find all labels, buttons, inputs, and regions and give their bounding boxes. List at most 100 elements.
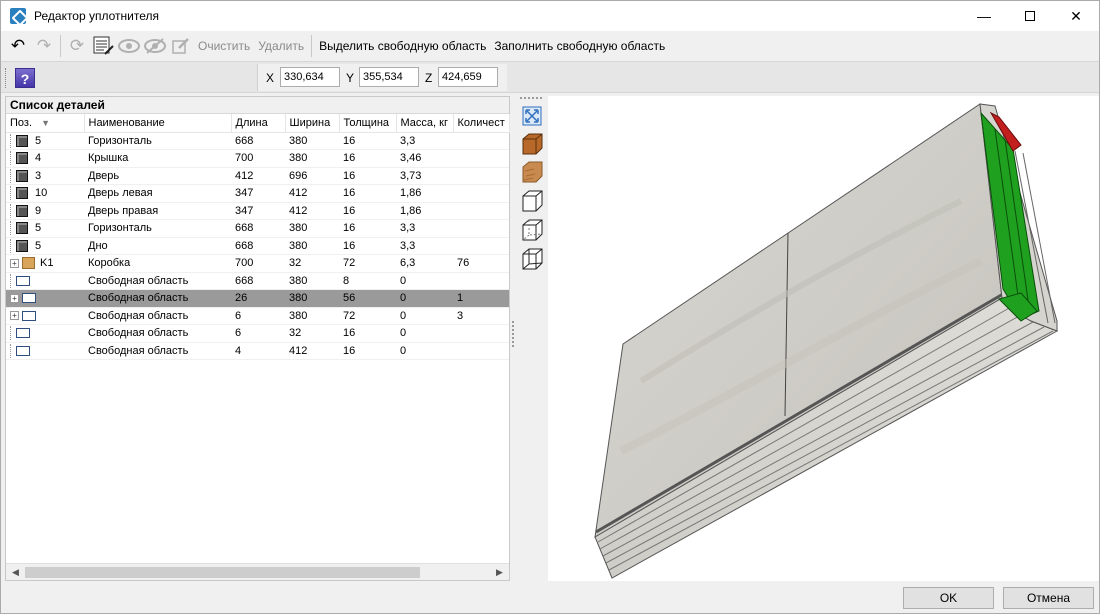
scroll-left-icon[interactable]: ◀ <box>7 565 24 580</box>
shaded-view-button[interactable] <box>520 160 544 184</box>
redo-button[interactable]: ↷ <box>31 33 57 59</box>
expand-icon[interactable]: + <box>10 258 19 268</box>
fit-view-icon <box>522 106 542 126</box>
hide-button[interactable] <box>142 33 168 59</box>
cancel-button[interactable]: Отмена <box>1003 587 1094 609</box>
part-icon <box>16 204 28 217</box>
box-icon <box>22 257 35 270</box>
cell-pos: 4 <box>6 149 84 168</box>
cell-width: 380 <box>285 132 339 150</box>
cell-mass: 6,3 <box>396 254 453 273</box>
cell-length: 347 <box>231 202 285 220</box>
window-title: Редактор уплотнителя <box>34 9 159 23</box>
cell-length: 412 <box>231 167 285 185</box>
cell-mass: 0 <box>396 324 453 343</box>
cell-width: 380 <box>285 219 339 238</box>
ok-button[interactable]: OK <box>903 587 994 609</box>
redo-icon: ↷ <box>36 36 52 55</box>
window-controls: — ✕ <box>961 1 1099 31</box>
cell-qty: 3 <box>453 307 509 325</box>
select-free-area-button[interactable]: Выделить свободную область <box>315 35 490 57</box>
refresh-all-button[interactable]: ⟳ <box>64 33 90 59</box>
expand-icon[interactable]: + <box>10 311 19 321</box>
cell-qty <box>453 167 509 185</box>
cell-length: 700 <box>231 254 285 273</box>
column-header-name[interactable]: Наименование <box>84 114 232 133</box>
table-row[interactable]: 3 Дверь 412 696 16 3,73 <box>6 167 509 185</box>
minimize-button[interactable]: — <box>961 1 1007 31</box>
minimize-icon: — <box>977 8 991 24</box>
cell-qty <box>453 149 509 168</box>
y-coordinate-field[interactable]: 355,534 <box>359 67 419 87</box>
maximize-button[interactable] <box>1007 1 1053 31</box>
solid-view-button[interactable] <box>520 189 544 213</box>
list-edit-button[interactable] <box>90 33 116 59</box>
coordinates-panel: X 330,634 Y 355,534 Z 424,659 <box>257 64 507 91</box>
x-coordinate-field[interactable]: 330,634 <box>280 67 340 87</box>
show-button[interactable] <box>116 33 142 59</box>
clear-button[interactable]: Очистить <box>194 35 254 57</box>
table-row[interactable]: 5 Горизонталь 668 380 16 3,3 <box>6 132 509 150</box>
textured-view-button[interactable] <box>520 132 544 156</box>
cell-width: 32 <box>285 254 339 273</box>
table-row[interactable]: 10 Дверь левая 347 412 16 1,86 <box>6 184 509 203</box>
parts-list-title: Список деталей <box>6 97 509 114</box>
cell-qty <box>453 237 509 255</box>
edit-button[interactable] <box>168 33 194 59</box>
table-row[interactable]: Свободная область 6 32 16 0 <box>6 324 509 343</box>
cell-mass: 0 <box>396 342 453 360</box>
fit-view-button[interactable] <box>520 104 544 128</box>
cell-width: 32 <box>285 324 339 343</box>
cell-length: 668 <box>231 272 285 290</box>
table-row[interactable]: 4 Крышка 700 380 16 3,46 <box>6 149 509 168</box>
scroll-right-icon[interactable]: ▶ <box>491 565 508 580</box>
coordinates-bar: ? X 330,634 Y 355,534 Z 424,659 <box>1 61 1099 93</box>
column-header-width[interactable]: Ширина <box>285 114 340 133</box>
column-header-pos[interactable]: Поз. ▼ <box>6 114 85 133</box>
undo-icon: ↶ <box>10 36 26 55</box>
table-row[interactable]: 5 Горизонталь 668 380 16 3,3 <box>6 219 509 238</box>
cell-name: Свободная область <box>84 272 231 290</box>
cell-mass: 3,3 <box>396 219 453 238</box>
table-row[interactable]: + Свободная область 6 380 72 0 3 <box>6 307 509 325</box>
part-icon <box>16 134 28 147</box>
cell-pos: + <box>6 307 84 325</box>
z-coordinate-field[interactable]: 424,659 <box>438 67 498 87</box>
table-row[interactable]: + K1 Коробка 700 32 72 6,3 76 <box>6 254 509 273</box>
column-header-length[interactable]: Длина <box>231 114 286 133</box>
close-button[interactable]: ✕ <box>1053 1 1099 31</box>
dialog-button-bar: OK Отмена <box>1 581 1099 613</box>
column-header-thickness[interactable]: Толщина <box>339 114 397 133</box>
cell-thickness: 16 <box>339 219 396 238</box>
undo-button[interactable]: ↶ <box>5 33 31 59</box>
view-toolbar-grip[interactable] <box>520 97 542 99</box>
cell-name: Горизонталь <box>84 219 231 238</box>
wireframe-view-button[interactable] <box>520 247 544 271</box>
splitter-handle[interactable] <box>512 321 514 347</box>
part-icon <box>16 152 28 165</box>
horizontal-scrollbar[interactable]: ◀ ▶ <box>6 563 509 580</box>
3d-viewport[interactable] <box>548 96 1099 581</box>
free-area-icon <box>22 310 36 321</box>
table-row[interactable]: 9 Дверь правая 347 412 16 1,86 <box>6 202 509 220</box>
z-label: Z <box>425 71 433 85</box>
delete-button[interactable]: Удалить <box>254 35 308 57</box>
table-row[interactable]: 5 Дно 668 380 16 3,3 <box>6 237 509 255</box>
cell-mass: 3,3 <box>396 237 453 255</box>
cell-name: Коробка <box>84 254 231 273</box>
table-row[interactable]: Свободная область 668 380 8 0 <box>6 272 509 290</box>
help-button[interactable]: ? <box>15 68 35 88</box>
table-row[interactable]: Свободная область 4 412 16 0 <box>6 342 509 360</box>
part-icon <box>16 222 28 235</box>
fill-free-area-button[interactable]: Заполнить свободную область <box>490 35 669 57</box>
parts-list-panel: Список деталей Поз. ▼ Наименование Длина… <box>5 96 510 581</box>
scroll-thumb[interactable] <box>25 567 420 578</box>
column-header-qty[interactable]: Количест <box>453 114 510 133</box>
table-row[interactable]: + Свободная область 26 380 56 0 1 <box>6 289 509 308</box>
cell-length: 4 <box>231 342 285 360</box>
hidden-lines-view-button[interactable] <box>520 218 544 242</box>
toolbar-grip[interactable] <box>5 68 8 88</box>
column-header-mass[interactable]: Масса, кг <box>396 114 454 133</box>
cell-width: 696 <box>285 167 339 185</box>
expand-icon[interactable]: + <box>10 293 19 303</box>
